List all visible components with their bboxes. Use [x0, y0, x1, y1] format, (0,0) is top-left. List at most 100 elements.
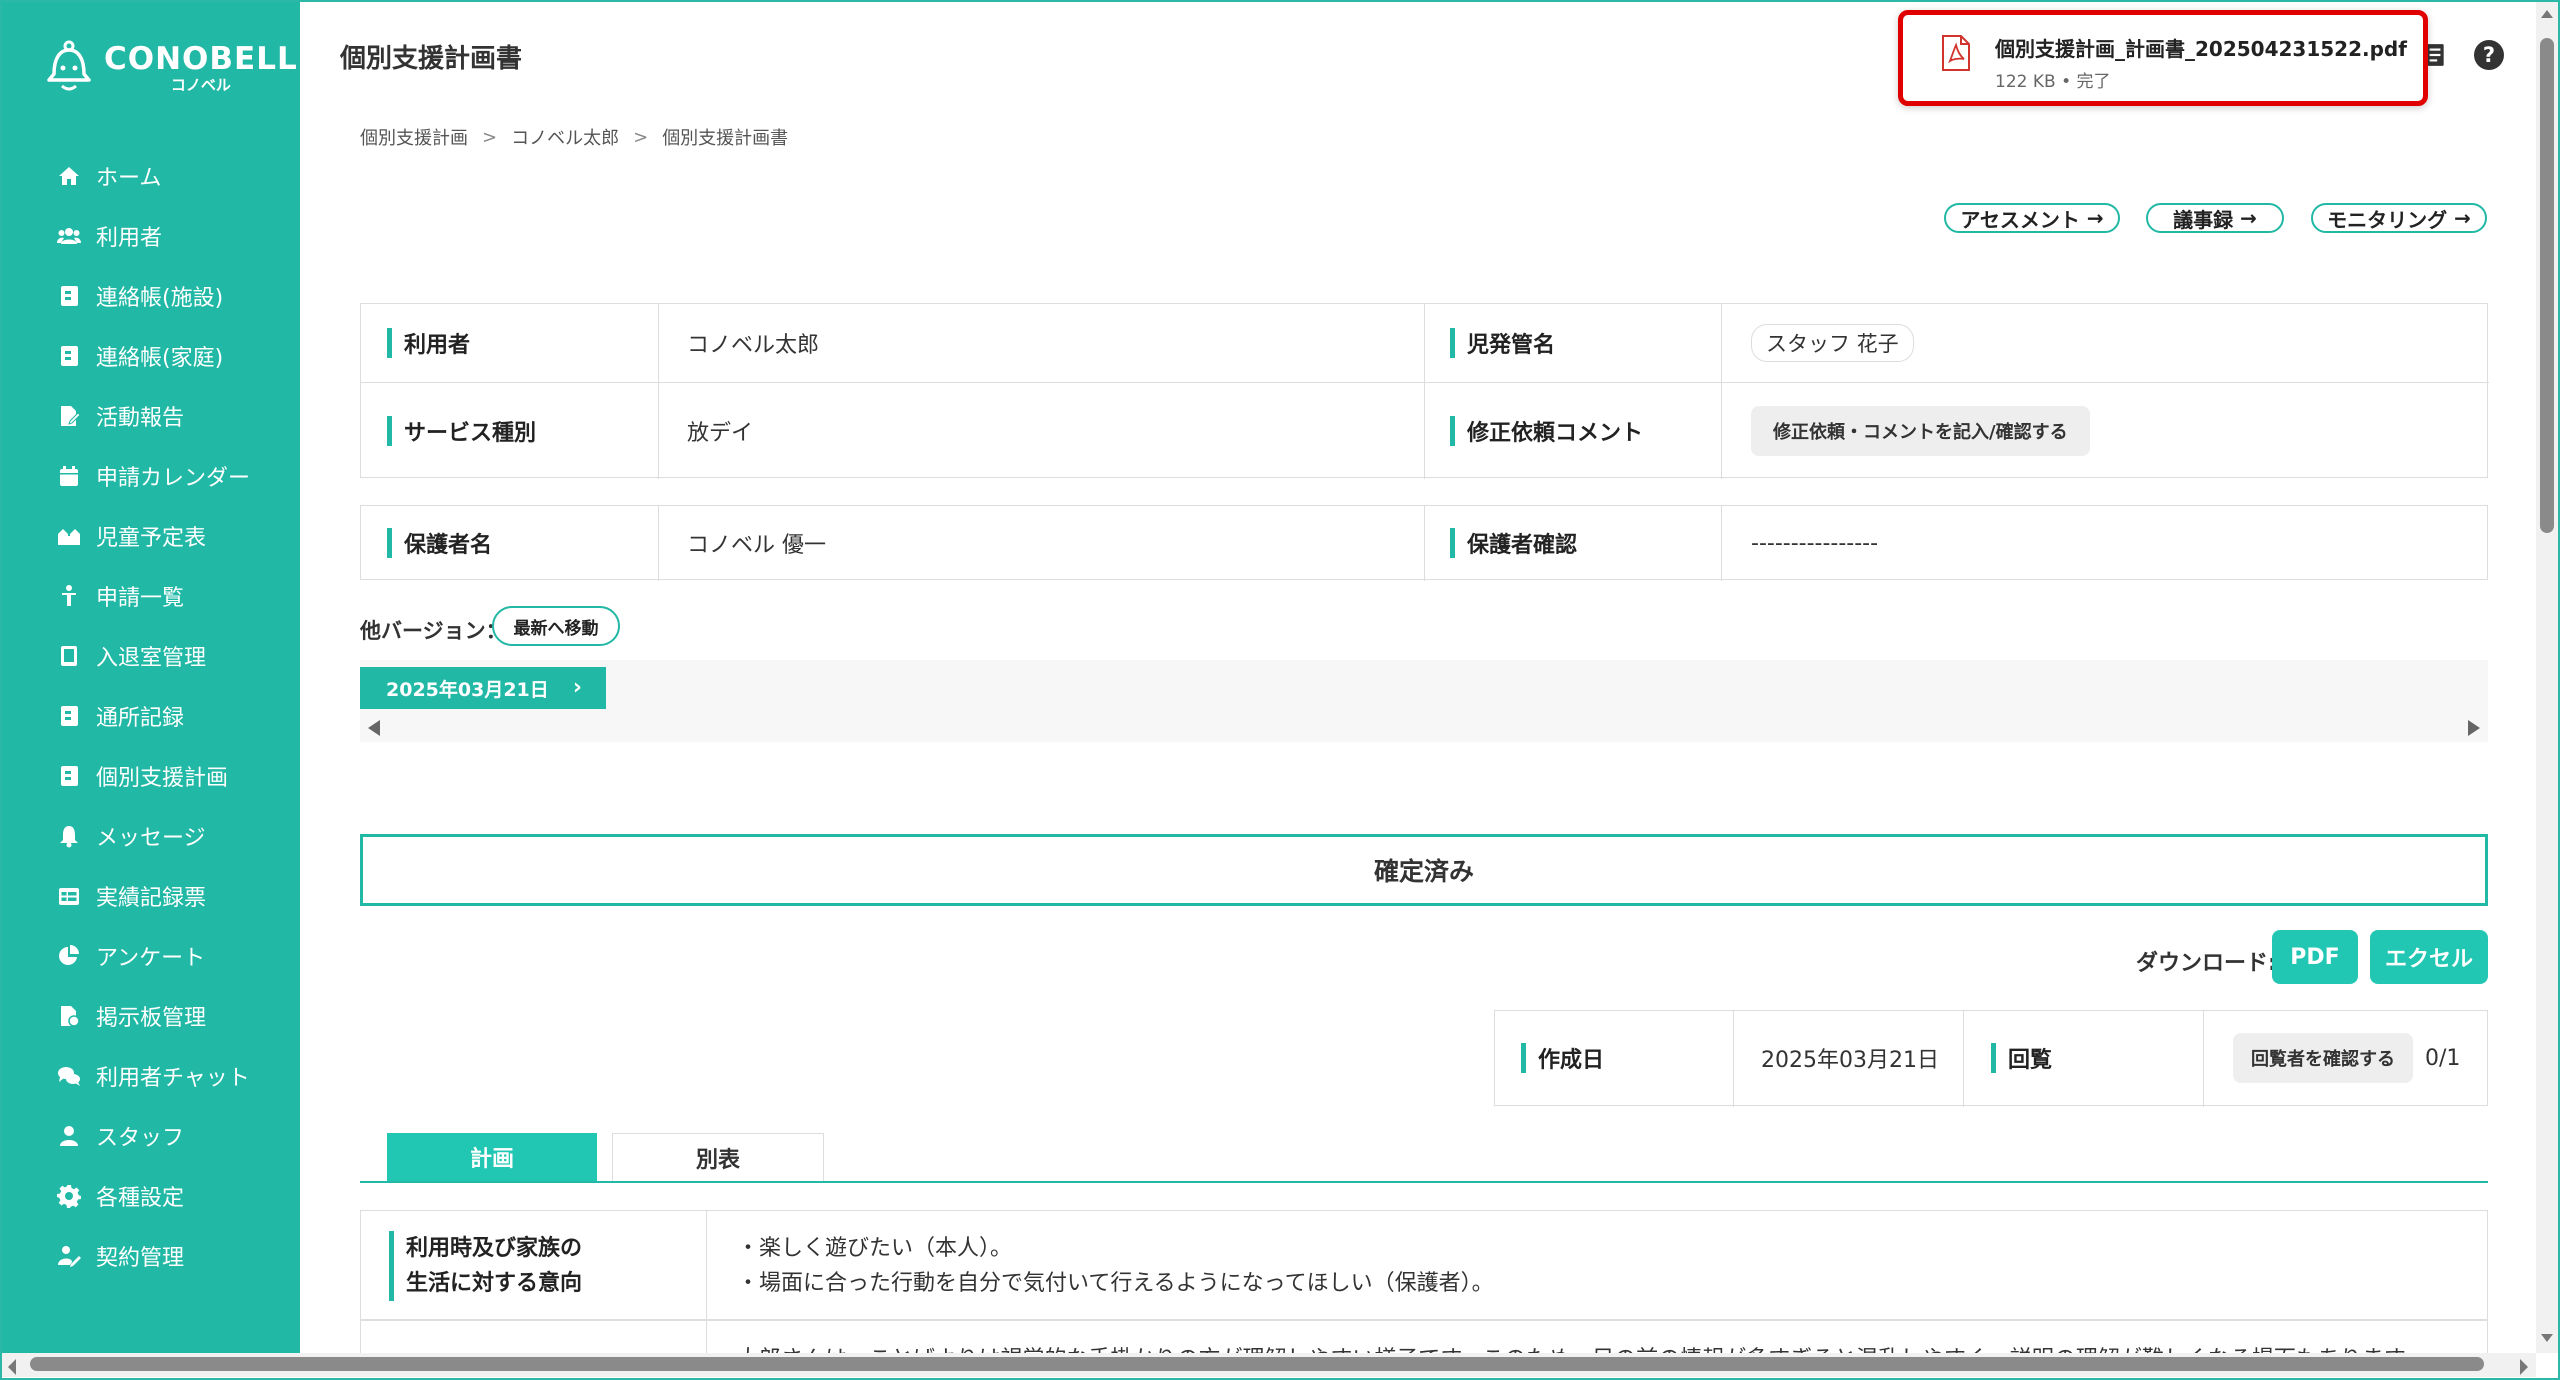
table-icon [56, 883, 82, 909]
service-type-label: サービス種別 [387, 412, 536, 450]
vertical-scrollbar-thumb[interactable] [2540, 38, 2554, 533]
child-icon [56, 583, 82, 609]
tab-underline [360, 1181, 2488, 1183]
plan-info-table: 利用者 コノベル太郎 児発管名 スタッフ 花子 サービス種別 放デイ 修正依頼コ… [360, 303, 2489, 479]
sidebar-item-entry-exit[interactable]: 入退室管理 [2, 631, 300, 681]
sidebar-item-label: メッセージ [96, 826, 206, 851]
scroll-left-icon[interactable] [368, 720, 380, 736]
minutes-link-button[interactable]: 議事録 → [2146, 203, 2284, 233]
monitoring-link-button[interactable]: モニタリング → [2311, 203, 2487, 233]
guardian-info-table: 保護者名 コノベル 優一 保護者確認 ---------------- [360, 505, 2488, 581]
sidebar-item-label: 連絡帳(家庭) [96, 346, 224, 371]
brand-kana: コノベル [170, 76, 231, 94]
sidebar-item-contact-home[interactable]: 連絡帳(家庭) [2, 331, 300, 381]
sidebar-item-contact-facility[interactable]: 連絡帳(施設) [2, 271, 300, 321]
sidebar-item-attendance-record[interactable]: 通所記録 [2, 691, 300, 741]
breadcrumb-item: 個別支援計画書 [662, 128, 789, 149]
sidebar-item-label: 申請一覧 [96, 586, 185, 611]
breadcrumb-item[interactable]: 個別支援計画 [360, 124, 468, 150]
scroll-up-icon[interactable] [2541, 10, 2553, 18]
sidebar-item-settings[interactable]: 各種設定 [2, 1171, 300, 1221]
arrow-right-icon: → [2233, 206, 2257, 230]
sidebar-item-users[interactable]: 利用者 [2, 211, 300, 261]
sidebar-item-label: 利用者チャット [96, 1066, 250, 1091]
sidebar-item-performance-record[interactable]: 実績記録票 [2, 871, 300, 921]
sidebar-item-contract[interactable]: 契約管理 [2, 1231, 300, 1281]
sidebar-item-label: 各種設定 [96, 1186, 185, 1211]
plan-icon [56, 763, 82, 789]
sidebar-item-label: 掲示板管理 [96, 1006, 207, 1031]
check-reviewers-button[interactable]: 回覧者を確認する [2233, 1033, 2413, 1083]
sidebar-item-child-schedule[interactable]: 児童予定表 [2, 511, 300, 561]
help-icon[interactable]: ? [2474, 40, 2504, 70]
sidebar-item-application-calendar[interactable]: 申請カレンダー [2, 451, 300, 501]
go-to-latest-button[interactable]: 最新へ移動 [492, 606, 620, 646]
correction-comment-label: 修正依頼コメント [1450, 412, 1643, 450]
sidebar-item-application-list[interactable]: 申請一覧 [2, 571, 300, 621]
pdf-file-icon [1941, 35, 1971, 71]
pdf-download-button[interactable]: PDF [2272, 930, 2358, 984]
circulation-label: 回覧 [1991, 1039, 2052, 1077]
guardian-confirm-label: 保護者確認 [1450, 524, 1577, 562]
sidebar-item-label: 通所記録 [96, 706, 185, 731]
correction-comment-button[interactable]: 修正依頼・コメントを記入/確認する [1751, 406, 2090, 456]
breadcrumb: 個別支援計画 > コノベル太郎 > 個別支援計画書 [360, 124, 788, 150]
sidebar-item-message[interactable]: メッセージ [2, 811, 300, 861]
user-label: 利用者 [387, 324, 470, 362]
other-versions-label: 他バージョン： [360, 619, 507, 643]
arrow-right-icon: → [2079, 206, 2104, 230]
service-type-value: 放デイ [687, 421, 754, 446]
download-notification[interactable]: 個別支援計画_計画書_202504231522.pdf 122 KB • 完了 [1898, 10, 2428, 106]
chevron-right-icon: > [482, 126, 498, 148]
version-chip[interactable]: 2025年03月21日 › [360, 667, 606, 709]
record-icon [56, 703, 82, 729]
brand-logo[interactable]: CONOBELL コノベル [42, 36, 297, 100]
sidebar-item-staff[interactable]: スタッフ [2, 1111, 300, 1161]
tab-plan[interactable]: 計画 [387, 1133, 597, 1181]
schedule-icon [56, 523, 82, 549]
minutes-link-label: 議事録 [2173, 207, 2234, 232]
breadcrumb-item[interactable]: コノベル太郎 [511, 124, 619, 150]
intent-label-line: 利用時及び家族の [406, 1236, 583, 1261]
sidebar-item-label: 申請カレンダー [96, 466, 251, 491]
chevron-right-icon: > [633, 126, 649, 148]
sidebar-item-support-plan[interactable]: 個別支援計画 [2, 751, 300, 801]
assessment-link-button[interactable]: アセスメント → [1944, 203, 2120, 233]
file-edit-icon [56, 403, 82, 429]
scroll-down-icon[interactable] [2541, 1334, 2553, 1342]
excel-download-button[interactable]: エクセル [2370, 930, 2488, 984]
sidebar-item-label: スタッフ [96, 1126, 185, 1151]
sidebar-item-label: 児童予定表 [96, 526, 207, 551]
scroll-right-icon[interactable] [2468, 720, 2480, 736]
contract-icon [56, 1243, 82, 1269]
download-meta: 122 KB • 完了 [1995, 72, 2111, 92]
arrow-right-icon: → [2447, 206, 2471, 230]
pie-chart-icon [56, 943, 82, 969]
scroll-left-icon[interactable] [8, 1359, 16, 1375]
tab-appendix[interactable]: 別表 [612, 1133, 824, 1181]
tablet-icon [56, 643, 82, 669]
intent-label: 利用時及び家族の 生活に対する意向 [389, 1231, 582, 1301]
monitoring-link-label: モニタリング [2327, 207, 2448, 232]
plan-table: 利用時及び家族の 生活に対する意向 ・楽しく遊びたい（本人）。 ・場面に合った行… [360, 1210, 2488, 1360]
guardian-value: コノベル 優一 [687, 533, 826, 558]
version-strip[interactable] [360, 660, 2488, 742]
sidebar-item-label: 入退室管理 [96, 646, 207, 671]
download-filename[interactable]: 個別支援計画_計画書_202504231522.pdf [1995, 33, 2407, 62]
sidebar-item-user-chat[interactable]: 利用者チャット [2, 1051, 300, 1101]
intent-label-line: 生活に対する意向 [406, 1271, 583, 1296]
circulation-count: 0/1 [2425, 1045, 2461, 1071]
scroll-right-icon[interactable] [2520, 1359, 2528, 1375]
horizontal-scrollbar-thumb[interactable] [30, 1357, 2484, 1371]
sidebar-item-activity-report[interactable]: 活動報告 [2, 391, 300, 441]
chat-icon [56, 1063, 82, 1089]
sidebar-item-label: 連絡帳(施設) [96, 286, 224, 311]
sidebar-item-board[interactable]: 掲示板管理 [2, 991, 300, 1041]
contact-book-icon [56, 283, 82, 309]
sidebar-item-label: 実績記録票 [96, 886, 207, 911]
sidebar-item-home[interactable]: ホーム [2, 151, 300, 201]
sidebar-item-label: ホーム [96, 166, 162, 191]
sidebar-item-label: アンケート [96, 946, 206, 971]
bell-logo-icon [42, 40, 96, 96]
sidebar-item-survey[interactable]: アンケート [2, 931, 300, 981]
